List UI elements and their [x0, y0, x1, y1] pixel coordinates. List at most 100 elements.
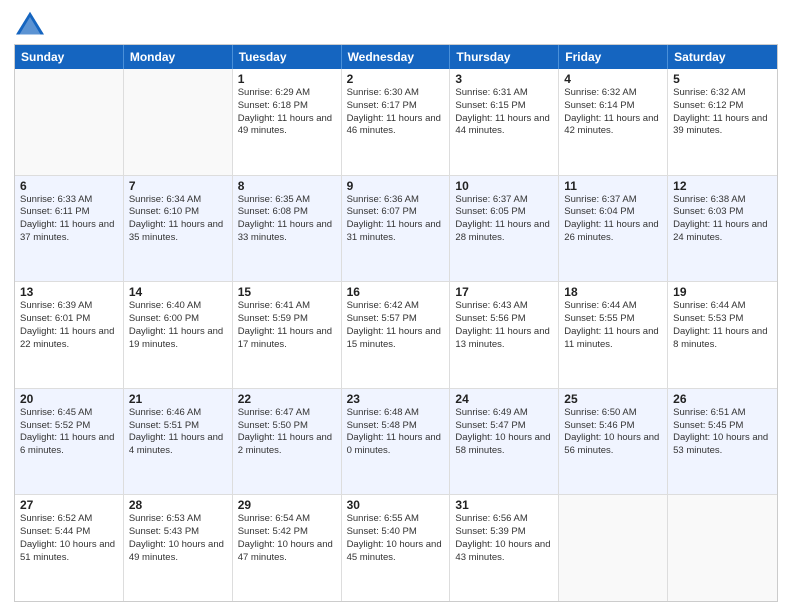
- day-info: Sunrise: 6:49 AMSunset: 5:47 PMDaylight:…: [455, 407, 553, 458]
- day-info: Sunrise: 6:35 AMSunset: 6:08 PMDaylight:…: [238, 194, 336, 245]
- day-cell-6: 6Sunrise: 6:33 AMSunset: 6:11 PMDaylight…: [15, 176, 124, 282]
- day-info: Sunrise: 6:32 AMSunset: 6:14 PMDaylight:…: [564, 87, 662, 138]
- day-number: 27: [20, 498, 118, 512]
- day-cell-25: 25Sunrise: 6:50 AMSunset: 5:46 PMDayligh…: [559, 389, 668, 495]
- day-number: 8: [238, 179, 336, 193]
- day-info: Sunrise: 6:29 AMSunset: 6:18 PMDaylight:…: [238, 87, 336, 138]
- day-info: Sunrise: 6:46 AMSunset: 5:51 PMDaylight:…: [129, 407, 227, 458]
- day-number: 23: [347, 392, 445, 406]
- header-cell-friday: Friday: [559, 45, 668, 69]
- day-number: 30: [347, 498, 445, 512]
- day-info: Sunrise: 6:50 AMSunset: 5:46 PMDaylight:…: [564, 407, 662, 458]
- day-cell-5: 5Sunrise: 6:32 AMSunset: 6:12 PMDaylight…: [668, 69, 777, 175]
- day-cell-19: 19Sunrise: 6:44 AMSunset: 5:53 PMDayligh…: [668, 282, 777, 388]
- day-cell-15: 15Sunrise: 6:41 AMSunset: 5:59 PMDayligh…: [233, 282, 342, 388]
- day-number: 15: [238, 285, 336, 299]
- day-number: 9: [347, 179, 445, 193]
- day-info: Sunrise: 6:52 AMSunset: 5:44 PMDaylight:…: [20, 513, 118, 564]
- day-number: 5: [673, 72, 772, 86]
- day-cell-10: 10Sunrise: 6:37 AMSunset: 6:05 PMDayligh…: [450, 176, 559, 282]
- day-cell-12: 12Sunrise: 6:38 AMSunset: 6:03 PMDayligh…: [668, 176, 777, 282]
- day-cell-27: 27Sunrise: 6:52 AMSunset: 5:44 PMDayligh…: [15, 495, 124, 601]
- day-info: Sunrise: 6:44 AMSunset: 5:53 PMDaylight:…: [673, 300, 772, 351]
- day-cell-22: 22Sunrise: 6:47 AMSunset: 5:50 PMDayligh…: [233, 389, 342, 495]
- calendar-body: 1Sunrise: 6:29 AMSunset: 6:18 PMDaylight…: [15, 69, 777, 601]
- day-number: 3: [455, 72, 553, 86]
- day-info: Sunrise: 6:32 AMSunset: 6:12 PMDaylight:…: [673, 87, 772, 138]
- day-number: 2: [347, 72, 445, 86]
- day-cell-2: 2Sunrise: 6:30 AMSunset: 6:17 PMDaylight…: [342, 69, 451, 175]
- day-info: Sunrise: 6:37 AMSunset: 6:04 PMDaylight:…: [564, 194, 662, 245]
- logo-icon: [14, 10, 46, 38]
- day-info: Sunrise: 6:55 AMSunset: 5:40 PMDaylight:…: [347, 513, 445, 564]
- header-cell-sunday: Sunday: [15, 45, 124, 69]
- day-info: Sunrise: 6:45 AMSunset: 5:52 PMDaylight:…: [20, 407, 118, 458]
- day-number: 6: [20, 179, 118, 193]
- day-info: Sunrise: 6:37 AMSunset: 6:05 PMDaylight:…: [455, 194, 553, 245]
- calendar-row: 20Sunrise: 6:45 AMSunset: 5:52 PMDayligh…: [15, 389, 777, 496]
- day-number: 22: [238, 392, 336, 406]
- day-number: 20: [20, 392, 118, 406]
- day-info: Sunrise: 6:56 AMSunset: 5:39 PMDaylight:…: [455, 513, 553, 564]
- empty-cell: [668, 495, 777, 601]
- day-info: Sunrise: 6:44 AMSunset: 5:55 PMDaylight:…: [564, 300, 662, 351]
- day-number: 29: [238, 498, 336, 512]
- day-cell-8: 8Sunrise: 6:35 AMSunset: 6:08 PMDaylight…: [233, 176, 342, 282]
- day-cell-31: 31Sunrise: 6:56 AMSunset: 5:39 PMDayligh…: [450, 495, 559, 601]
- day-cell-14: 14Sunrise: 6:40 AMSunset: 6:00 PMDayligh…: [124, 282, 233, 388]
- day-cell-17: 17Sunrise: 6:43 AMSunset: 5:56 PMDayligh…: [450, 282, 559, 388]
- day-number: 12: [673, 179, 772, 193]
- day-number: 28: [129, 498, 227, 512]
- day-cell-1: 1Sunrise: 6:29 AMSunset: 6:18 PMDaylight…: [233, 69, 342, 175]
- day-cell-9: 9Sunrise: 6:36 AMSunset: 6:07 PMDaylight…: [342, 176, 451, 282]
- day-cell-26: 26Sunrise: 6:51 AMSunset: 5:45 PMDayligh…: [668, 389, 777, 495]
- day-cell-16: 16Sunrise: 6:42 AMSunset: 5:57 PMDayligh…: [342, 282, 451, 388]
- day-cell-28: 28Sunrise: 6:53 AMSunset: 5:43 PMDayligh…: [124, 495, 233, 601]
- day-number: 26: [673, 392, 772, 406]
- calendar-header: SundayMondayTuesdayWednesdayThursdayFrid…: [15, 45, 777, 69]
- page: SundayMondayTuesdayWednesdayThursdayFrid…: [0, 0, 792, 612]
- header-cell-thursday: Thursday: [450, 45, 559, 69]
- calendar-row: 6Sunrise: 6:33 AMSunset: 6:11 PMDaylight…: [15, 176, 777, 283]
- calendar: SundayMondayTuesdayWednesdayThursdayFrid…: [14, 44, 778, 602]
- day-cell-7: 7Sunrise: 6:34 AMSunset: 6:10 PMDaylight…: [124, 176, 233, 282]
- day-cell-13: 13Sunrise: 6:39 AMSunset: 6:01 PMDayligh…: [15, 282, 124, 388]
- day-info: Sunrise: 6:54 AMSunset: 5:42 PMDaylight:…: [238, 513, 336, 564]
- calendar-row: 1Sunrise: 6:29 AMSunset: 6:18 PMDaylight…: [15, 69, 777, 176]
- day-info: Sunrise: 6:48 AMSunset: 5:48 PMDaylight:…: [347, 407, 445, 458]
- calendar-row: 13Sunrise: 6:39 AMSunset: 6:01 PMDayligh…: [15, 282, 777, 389]
- day-info: Sunrise: 6:51 AMSunset: 5:45 PMDaylight:…: [673, 407, 772, 458]
- day-number: 21: [129, 392, 227, 406]
- day-info: Sunrise: 6:36 AMSunset: 6:07 PMDaylight:…: [347, 194, 445, 245]
- day-info: Sunrise: 6:31 AMSunset: 6:15 PMDaylight:…: [455, 87, 553, 138]
- header: [14, 10, 778, 38]
- empty-cell: [124, 69, 233, 175]
- day-info: Sunrise: 6:30 AMSunset: 6:17 PMDaylight:…: [347, 87, 445, 138]
- logo: [14, 10, 52, 38]
- day-number: 24: [455, 392, 553, 406]
- header-cell-monday: Monday: [124, 45, 233, 69]
- day-number: 7: [129, 179, 227, 193]
- day-number: 10: [455, 179, 553, 193]
- day-cell-21: 21Sunrise: 6:46 AMSunset: 5:51 PMDayligh…: [124, 389, 233, 495]
- day-number: 18: [564, 285, 662, 299]
- day-cell-23: 23Sunrise: 6:48 AMSunset: 5:48 PMDayligh…: [342, 389, 451, 495]
- day-cell-4: 4Sunrise: 6:32 AMSunset: 6:14 PMDaylight…: [559, 69, 668, 175]
- day-info: Sunrise: 6:38 AMSunset: 6:03 PMDaylight:…: [673, 194, 772, 245]
- day-info: Sunrise: 6:43 AMSunset: 5:56 PMDaylight:…: [455, 300, 553, 351]
- day-info: Sunrise: 6:41 AMSunset: 5:59 PMDaylight:…: [238, 300, 336, 351]
- day-cell-24: 24Sunrise: 6:49 AMSunset: 5:47 PMDayligh…: [450, 389, 559, 495]
- header-cell-wednesday: Wednesday: [342, 45, 451, 69]
- day-number: 25: [564, 392, 662, 406]
- header-cell-tuesday: Tuesday: [233, 45, 342, 69]
- day-cell-18: 18Sunrise: 6:44 AMSunset: 5:55 PMDayligh…: [559, 282, 668, 388]
- day-cell-20: 20Sunrise: 6:45 AMSunset: 5:52 PMDayligh…: [15, 389, 124, 495]
- empty-cell: [559, 495, 668, 601]
- day-cell-30: 30Sunrise: 6:55 AMSunset: 5:40 PMDayligh…: [342, 495, 451, 601]
- day-info: Sunrise: 6:47 AMSunset: 5:50 PMDaylight:…: [238, 407, 336, 458]
- day-number: 4: [564, 72, 662, 86]
- header-cell-saturday: Saturday: [668, 45, 777, 69]
- day-number: 19: [673, 285, 772, 299]
- day-number: 1: [238, 72, 336, 86]
- day-number: 31: [455, 498, 553, 512]
